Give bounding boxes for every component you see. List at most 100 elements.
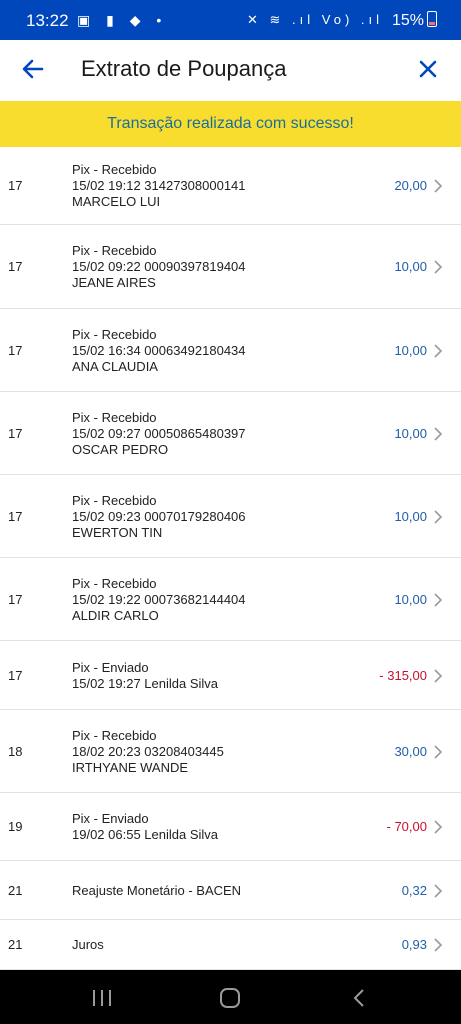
transaction-line3: MARCELO LUI <box>72 194 161 209</box>
transaction-description: Pix - Recebido 15/02 09:22 00090397819404… <box>72 243 246 291</box>
transaction-line1: Pix - Recebido <box>72 728 157 743</box>
transaction-line3: JEANE AIRES <box>72 275 156 290</box>
transaction-line2: 15/02 09:22 00090397819404 <box>72 259 246 274</box>
transaction-amount: 10,00 <box>394 343 427 358</box>
transaction-amount: 30,00 <box>394 744 427 759</box>
transaction-description: Pix - Enviado 19/02 06:55 Lenilda Silva <box>72 811 218 843</box>
success-banner: Transação realizada com sucesso! <box>0 101 461 147</box>
success-message: Transação realizada com sucesso! <box>107 115 354 132</box>
transaction-day: 21 <box>8 883 23 898</box>
transaction-amount: 10,00 <box>394 426 427 441</box>
transaction-line1: Reajuste Monetário - BACEN <box>72 883 242 898</box>
transaction-line2: 19/02 06:55 Lenilda Silva <box>72 827 219 842</box>
battery-indicator: 15% <box>392 11 437 30</box>
chevron-right-icon <box>434 745 443 759</box>
transaction-line2: 15/02 19:12 31427308000141 <box>72 178 246 193</box>
transaction-description: Juros <box>72 937 104 953</box>
transaction-row[interactable]: 17 Pix - Recebido 15/02 09:27 000508654803… <box>0 392 461 475</box>
transaction-line2: 15/02 09:27 00050865480397 <box>72 426 246 441</box>
transaction-line3: EWERTON TIN <box>72 525 163 540</box>
transaction-row[interactable]: 17 Pix - Recebido 15/02 16:34 000634921804… <box>0 309 461 392</box>
transaction-description: Pix - Recebido 15/02 19:22 00073682144404… <box>72 576 246 624</box>
transaction-row[interactable]: 21 Reajuste Monetário - BACEN 0,32 <box>0 861 461 920</box>
transaction-line2: 18/02 20:23 03208403445 <box>72 744 224 759</box>
transaction-line1: Pix - Recebido <box>72 243 157 258</box>
transaction-amount: 10,00 <box>394 509 427 524</box>
chevron-right-icon <box>434 938 443 952</box>
transaction-row[interactable]: 17 Pix - Recebido 15/02 09:23 000701792804… <box>0 475 461 558</box>
transaction-day: 17 <box>8 343 23 358</box>
transaction-list: 17 Pix - Recebido 15/02 19:12 314273080001… <box>0 147 461 970</box>
chevron-right-icon <box>434 427 443 441</box>
transaction-line1: Pix - Enviado <box>72 660 149 675</box>
transaction-description: Pix - Recebido 15/02 19:12 31427308000141… <box>72 162 246 210</box>
chevron-right-icon <box>434 344 443 358</box>
transaction-row[interactable]: 17 Pix - Recebido 15/02 19:12 314273080001… <box>0 147 461 225</box>
transaction-row[interactable]: 18 Pix - Recebido 18/02 20:23 03208403445 I… <box>0 710 461 793</box>
transaction-amount: 20,00 <box>394 178 427 193</box>
transaction-row[interactable]: 19 Pix - Enviado 19/02 06:55 Lenilda Silva… <box>0 793 461 861</box>
transaction-day: 17 <box>8 259 23 274</box>
android-nav-bar <box>0 970 461 1024</box>
transaction-amount: 0,93 <box>401 937 427 952</box>
transaction-description: Pix - Recebido 18/02 20:23 03208403445 IRT… <box>72 728 224 776</box>
transaction-day: 17 <box>8 509 23 524</box>
battery-icon <box>427 11 437 27</box>
page-title: Extrato de Poupança <box>81 56 287 81</box>
transaction-row[interactable]: 17 Pix - Recebido 15/02 19:22 000736821444… <box>0 558 461 641</box>
back-arrow-icon[interactable] <box>18 54 48 84</box>
transaction-line1: Juros <box>72 937 104 952</box>
transaction-description: Pix - Recebido 15/02 09:27 00050865480397… <box>72 410 246 458</box>
transaction-line1: Pix - Recebido <box>72 493 157 508</box>
transaction-line2: 15/02 19:22 00073682144404 <box>72 592 246 607</box>
recent-apps-icon[interactable] <box>91 990 113 1006</box>
status-time: 13:22 <box>26 11 69 30</box>
transaction-day: 17 <box>8 668 23 683</box>
transaction-line1: Pix - Recebido <box>72 162 157 177</box>
transaction-line2: 15/02 19:27 Lenilda Silva <box>72 676 219 691</box>
transaction-line3: OSCAR PEDRO <box>72 442 169 457</box>
transaction-day: 17 <box>8 178 23 193</box>
chevron-right-icon <box>434 260 443 274</box>
transaction-day: 17 <box>8 592 23 607</box>
transaction-day: 19 <box>8 819 23 834</box>
transaction-amount: - 70,00 <box>386 819 427 834</box>
transaction-description: Pix - Enviado 15/02 19:27 Lenilda Silva <box>72 660 218 692</box>
transaction-amount: 10,00 <box>394 259 427 274</box>
transaction-row[interactable]: 21 Juros 0,93 <box>0 920 461 970</box>
transaction-day: 17 <box>8 426 23 441</box>
chevron-right-icon <box>434 179 443 193</box>
app-header: Extrato de Poupança <box>0 40 461 101</box>
transaction-row[interactable]: 17 Pix - Enviado 15/02 19:27 Lenilda Silva… <box>0 641 461 710</box>
transaction-line1: Pix - Recebido <box>72 576 157 591</box>
transaction-line1: Pix - Recebido <box>72 410 157 425</box>
transaction-line3: IRTHYANE WANDE <box>72 760 189 775</box>
chevron-right-icon <box>434 593 443 607</box>
notification-icons: ▣ ▮ ◆ • <box>77 12 168 28</box>
transaction-day: 21 <box>8 937 23 952</box>
chevron-right-icon <box>434 884 443 898</box>
chevron-right-icon <box>434 669 443 683</box>
transaction-line2: 15/02 16:34 00063492180434 <box>72 343 246 358</box>
transaction-line3: ANA CLAUDIA <box>72 359 158 374</box>
transaction-row[interactable]: 17 Pix - Recebido 15/02 09:22 000903978194… <box>0 225 461 309</box>
signal-icons: ✕ ≋ .ıl Vo) .ıl <box>247 12 383 27</box>
chevron-right-icon <box>434 820 443 834</box>
close-icon[interactable] <box>413 54 443 84</box>
transaction-description: Pix - Recebido 15/02 16:34 00063492180434… <box>72 327 246 375</box>
battery-percent: 15% <box>391 12 424 29</box>
transaction-description: Reajuste Monetário - BACEN <box>72 883 241 899</box>
transaction-amount: 10,00 <box>394 592 427 607</box>
home-icon[interactable] <box>219 987 241 1009</box>
transaction-line1: Pix - Enviado <box>72 811 149 826</box>
transaction-line1: Pix - Recebido <box>72 327 157 342</box>
transaction-description: Pix - Recebido 15/02 09:23 00070179280406… <box>72 493 246 541</box>
nav-back-icon[interactable] <box>352 988 366 1008</box>
status-bar: 13:22 ▣ ▮ ◆ • ✕ ≋ .ıl Vo) .ıl 15% <box>0 0 461 40</box>
transaction-day: 18 <box>8 744 23 759</box>
transaction-amount: - 315,00 <box>379 668 427 683</box>
transaction-line2: 15/02 09:23 00070179280406 <box>72 509 246 524</box>
transaction-amount: 0,32 <box>401 883 427 898</box>
chevron-right-icon <box>434 510 443 524</box>
transaction-line3: ALDIR CARLO <box>72 608 159 623</box>
